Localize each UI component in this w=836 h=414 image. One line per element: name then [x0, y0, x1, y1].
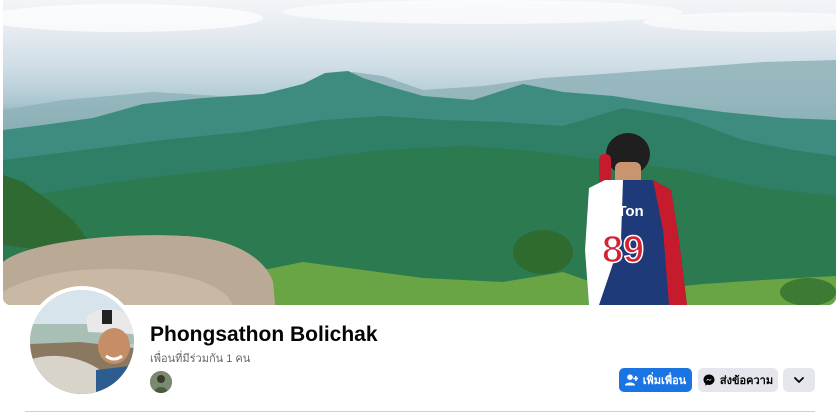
jersey-number: 89 [602, 229, 644, 271]
add-friend-icon [624, 374, 638, 386]
add-friend-button[interactable]: เพิ่มเพื่อน [619, 368, 692, 392]
message-label: ส่งข้อความ [719, 375, 774, 387]
profile-picture[interactable] [26, 286, 138, 398]
jersey-name: B.Ton [602, 203, 643, 220]
cover-photo[interactable]: B.Ton 89 [3, 0, 836, 305]
mutual-friends-text[interactable]: เพื่อนที่มีร่วมกัน 1 คน [150, 349, 250, 367]
more-options-button[interactable] [783, 368, 815, 392]
add-friend-label: เพิ่มเพื่อน [642, 375, 687, 387]
messenger-icon [703, 374, 715, 386]
avatar-image [30, 290, 134, 394]
mutual-friend-image [150, 371, 172, 393]
chevron-down-icon [794, 377, 804, 383]
header-divider [25, 411, 815, 412]
profile-name: Phongsathon Bolichak [150, 323, 378, 346]
message-button[interactable]: ส่งข้อความ [698, 368, 778, 392]
mutual-friend-avatar[interactable] [150, 371, 172, 393]
cover-landscape: B.Ton 89 [3, 0, 836, 305]
